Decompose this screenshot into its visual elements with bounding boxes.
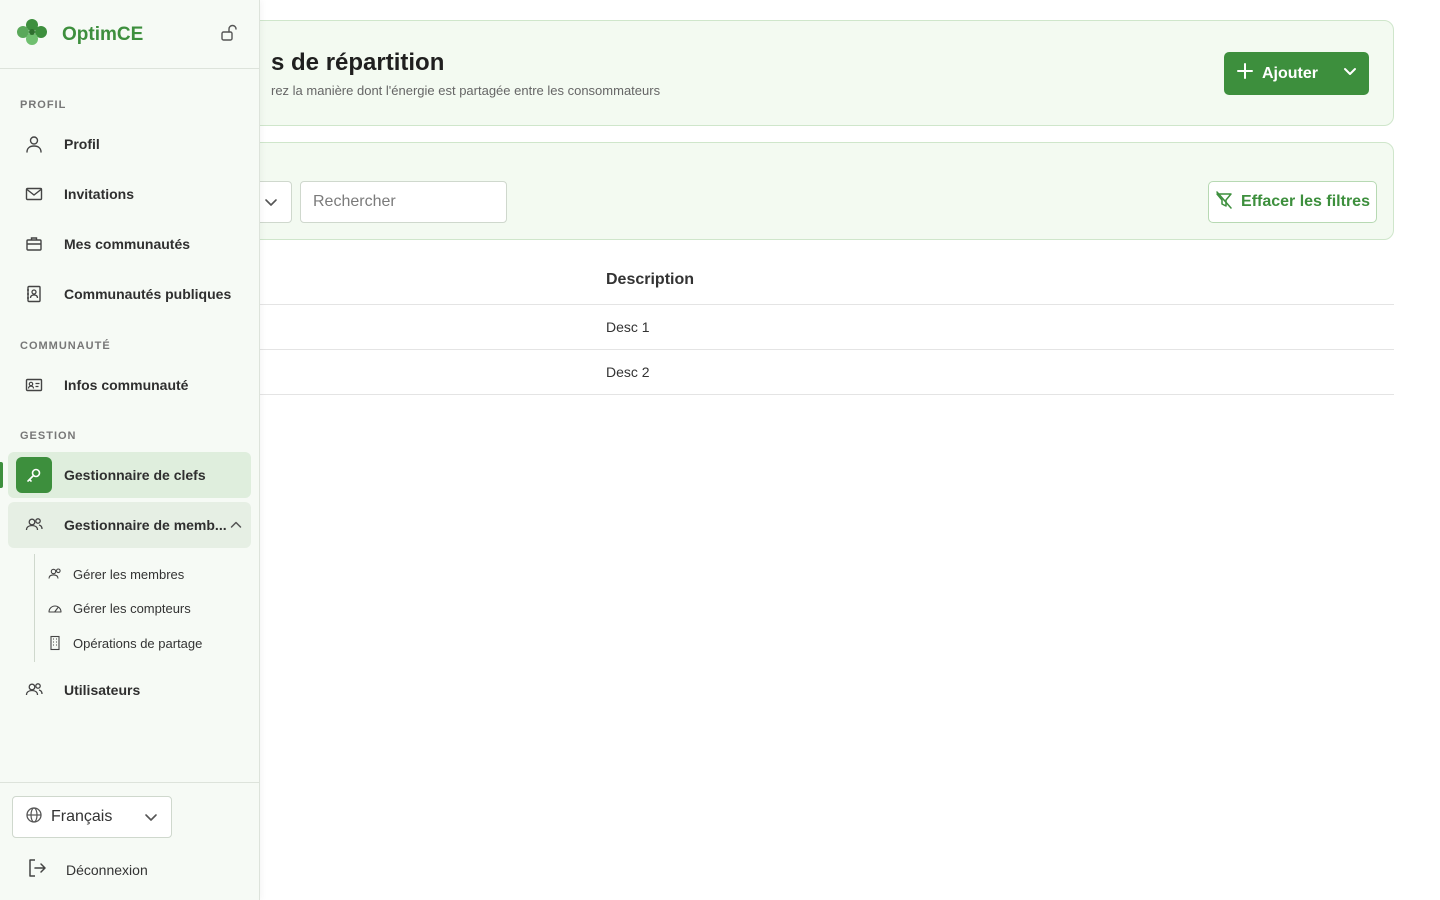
- gauge-icon: [47, 600, 63, 616]
- table-cell-description: Desc 2: [606, 364, 650, 380]
- sidebar-item-users[interactable]: Utilisateurs: [8, 667, 251, 713]
- table-row[interactable]: Desc 2: [190, 350, 1394, 395]
- plus-icon: [1236, 62, 1254, 85]
- submenu-item-label: Gérer les compteurs: [73, 600, 191, 616]
- users-icon: [16, 672, 52, 708]
- search-input[interactable]: [300, 181, 507, 223]
- table-header: Description: [190, 258, 1394, 305]
- clover-logo-icon: [16, 18, 48, 53]
- unlock-icon[interactable]: [220, 24, 238, 47]
- key-icon: [16, 457, 52, 493]
- language-select[interactable]: Français: [12, 796, 172, 838]
- page-title: s de répartition: [271, 49, 445, 76]
- users-icon: [47, 566, 63, 582]
- logout-label: Déconnexion: [66, 861, 148, 878]
- briefcase-icon: [16, 226, 52, 262]
- submenu-item-manage-meters[interactable]: Gérer les compteurs: [47, 597, 191, 619]
- sidebar-item-label: Gestionnaire de clefs: [64, 467, 206, 483]
- sidebar-item-public-communities[interactable]: Communautés publiques: [8, 271, 251, 317]
- section-label-community: COMMUNAUTÉ: [20, 340, 111, 352]
- submenu-item-sharing-operations[interactable]: Opérations de partage: [47, 632, 202, 654]
- sidebar-item-profile[interactable]: Profil: [8, 121, 251, 167]
- chevron-down-icon: [143, 809, 159, 830]
- globe-icon: [25, 806, 43, 829]
- sidebar-item-label: Invitations: [64, 186, 135, 202]
- table-cell-description: Desc 1: [606, 319, 650, 335]
- member-manager-submenu: Gérer les membres Gérer les compteurs Op…: [34, 554, 234, 662]
- page-header-card: s de répartition rez la manière dont l'é…: [190, 20, 1394, 126]
- submenu-item-label: Gérer les membres: [73, 566, 185, 582]
- add-split-button[interactable]: Ajouter: [1224, 52, 1369, 95]
- sidebar-item-label: Mes communautés: [64, 236, 191, 252]
- building-icon: [47, 635, 63, 651]
- sidebar: OptimCE PROFIL Profil Invitations Mes co…: [0, 0, 260, 900]
- chevron-down-icon: [263, 194, 279, 215]
- sidebar-footer: Français Déconnexion: [0, 782, 260, 900]
- id-card-icon: [16, 367, 52, 403]
- sidebar-item-key-manager[interactable]: Gestionnaire de clefs: [0, 452, 251, 498]
- language-value: Français: [51, 808, 113, 825]
- submenu-item-label: Opérations de partage: [73, 635, 203, 651]
- filter-off-icon: [1215, 190, 1233, 214]
- column-header-description[interactable]: Description: [606, 271, 694, 289]
- sidebar-item-label: Profil: [64, 136, 100, 152]
- add-button-label: Ajouter: [1262, 64, 1318, 82]
- chevron-down-icon: [1342, 63, 1358, 84]
- brand-name: OptimCE: [62, 24, 144, 45]
- contact-book-icon: [16, 276, 52, 312]
- sidebar-item-member-manager[interactable]: Gestionnaire de memb...: [8, 502, 251, 548]
- logout-button[interactable]: Déconnexion: [26, 857, 148, 882]
- submenu-item-manage-members[interactable]: Gérer les membres: [47, 563, 184, 585]
- mail-icon: [16, 176, 52, 212]
- sidebar-item-community-info[interactable]: Infos communauté: [8, 362, 251, 408]
- users-icon: [16, 507, 52, 543]
- sidebar-item-label: Utilisateurs: [64, 682, 141, 698]
- section-label-management: GESTION: [20, 430, 77, 442]
- page-subtitle: rez la manière dont l'énergie est partag…: [271, 83, 661, 98]
- app-root: s de répartition rez la manière dont l'é…: [0, 0, 1440, 900]
- sidebar-item-label: Communautés publiques: [64, 286, 232, 302]
- logout-icon: [26, 857, 48, 882]
- user-icon: [16, 126, 52, 162]
- sidebar-item-my-communities[interactable]: Mes communautés: [8, 221, 251, 267]
- add-dropdown-toggle[interactable]: [1331, 52, 1369, 95]
- add-button[interactable]: Ajouter: [1224, 52, 1331, 95]
- keys-table: Description Desc 1 Desc 2: [190, 258, 1394, 395]
- table-row[interactable]: Desc 1: [190, 305, 1394, 350]
- sidebar-item-label: Gestionnaire de memb...: [64, 517, 227, 533]
- active-indicator: [0, 462, 3, 488]
- clear-filters-button[interactable]: Effacer les filtres: [1208, 181, 1377, 223]
- section-label-profile: PROFIL: [20, 99, 67, 111]
- brand-header: OptimCE: [0, 0, 259, 69]
- sidebar-item-invitations[interactable]: Invitations: [8, 171, 251, 217]
- filters-card: Effacer les filtres: [190, 142, 1394, 240]
- chevron-up-icon[interactable]: [229, 518, 243, 537]
- sidebar-item-label: Infos communauté: [64, 377, 189, 393]
- clear-filters-label: Effacer les filtres: [1241, 193, 1370, 210]
